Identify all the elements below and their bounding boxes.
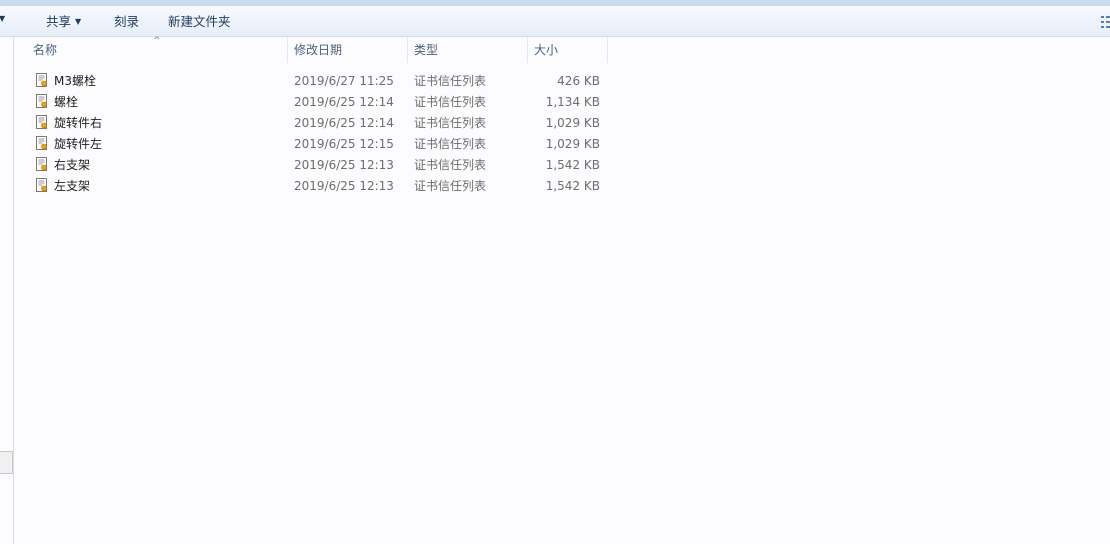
file-name: 螺栓 bbox=[54, 95, 79, 109]
file-name: 旋转件右 bbox=[54, 116, 103, 130]
column-header-name[interactable]: ^ 名称 bbox=[15, 36, 288, 63]
new-folder-button[interactable]: 新建文件夹 bbox=[168, 14, 231, 30]
file-row[interactable]: M3螺栓 2019/6/27 11:25 证书信任列表 426 KB bbox=[30, 71, 610, 92]
organize-dropdown-arrow-icon[interactable]: ▼ bbox=[0, 14, 5, 23]
column-header-name-label: 名称 bbox=[33, 43, 58, 57]
column-header-type-label: 类型 bbox=[414, 43, 439, 57]
burn-button[interactable]: 刻录 bbox=[114, 14, 139, 30]
share-button-label: 共享 bbox=[46, 14, 72, 29]
column-header-type[interactable]: 类型 bbox=[408, 37, 528, 63]
column-header-size[interactable]: 大小 bbox=[528, 37, 608, 63]
file-date: 2019/6/25 12:13 bbox=[294, 179, 394, 193]
file-row[interactable]: 旋转件左 2019/6/25 12:15 证书信任列表 1,029 KB bbox=[30, 134, 610, 155]
chevron-down-icon: ▼ bbox=[75, 16, 82, 26]
file-date: 2019/6/25 12:14 bbox=[294, 95, 394, 109]
file-name: 旋转件左 bbox=[54, 137, 103, 151]
file-date: 2019/6/25 12:15 bbox=[294, 137, 394, 151]
file-size: 1,542 KB bbox=[545, 179, 600, 193]
file-row[interactable]: 螺栓 2019/6/25 12:14 证书信任列表 1,134 KB bbox=[30, 92, 610, 113]
file-name: 左支架 bbox=[54, 179, 91, 193]
certificate-trust-list-icon bbox=[36, 136, 47, 150]
file-row[interactable]: 右支架 2019/6/25 12:13 证书信任列表 1,542 KB bbox=[30, 155, 610, 176]
file-date: 2019/6/27 11:25 bbox=[294, 74, 394, 88]
navigation-pane[interactable] bbox=[0, 37, 14, 544]
file-date: 2019/6/25 12:13 bbox=[294, 158, 394, 172]
column-header-date[interactable]: 修改日期 bbox=[288, 37, 408, 63]
certificate-trust-list-icon bbox=[36, 94, 47, 108]
file-size: 1,029 KB bbox=[545, 116, 600, 130]
nav-pane-scroll-handle[interactable] bbox=[0, 451, 13, 474]
view-options-icon[interactable] bbox=[1101, 16, 1110, 28]
file-size: 1,134 KB bbox=[545, 95, 600, 109]
file-type: 证书信任列表 bbox=[414, 137, 487, 151]
share-button[interactable]: 共享 ▼ bbox=[46, 14, 81, 30]
file-size: 1,029 KB bbox=[545, 137, 600, 151]
file-type: 证书信任列表 bbox=[414, 116, 487, 130]
file-type: 证书信任列表 bbox=[414, 74, 487, 88]
file-name: 右支架 bbox=[54, 158, 91, 172]
file-date: 2019/6/25 12:14 bbox=[294, 116, 394, 130]
column-header-size-label: 大小 bbox=[534, 43, 559, 57]
file-size: 1,542 KB bbox=[545, 158, 600, 172]
burn-button-label: 刻录 bbox=[114, 14, 140, 29]
certificate-trust-list-icon bbox=[36, 178, 47, 192]
column-header-date-label: 修改日期 bbox=[294, 43, 343, 57]
file-row[interactable]: 左支架 2019/6/25 12:13 证书信任列表 1,542 KB bbox=[30, 176, 610, 197]
file-type: 证书信任列表 bbox=[414, 158, 487, 172]
sort-ascending-icon: ^ bbox=[153, 36, 161, 46]
certificate-trust-list-icon bbox=[36, 157, 47, 171]
file-size: 426 KB bbox=[557, 74, 600, 88]
file-type: 证书信任列表 bbox=[414, 95, 487, 109]
new-folder-button-label: 新建文件夹 bbox=[168, 14, 231, 29]
command-toolbar: ▼ 共享 ▼ 刻录 新建文件夹 bbox=[0, 6, 1110, 37]
file-type: 证书信任列表 bbox=[414, 179, 487, 193]
file-row[interactable]: 旋转件右 2019/6/25 12:14 证书信任列表 1,029 KB bbox=[30, 113, 610, 134]
certificate-trust-list-icon bbox=[36, 73, 47, 87]
certificate-trust-list-icon bbox=[36, 115, 47, 129]
file-name: M3螺栓 bbox=[54, 74, 96, 88]
